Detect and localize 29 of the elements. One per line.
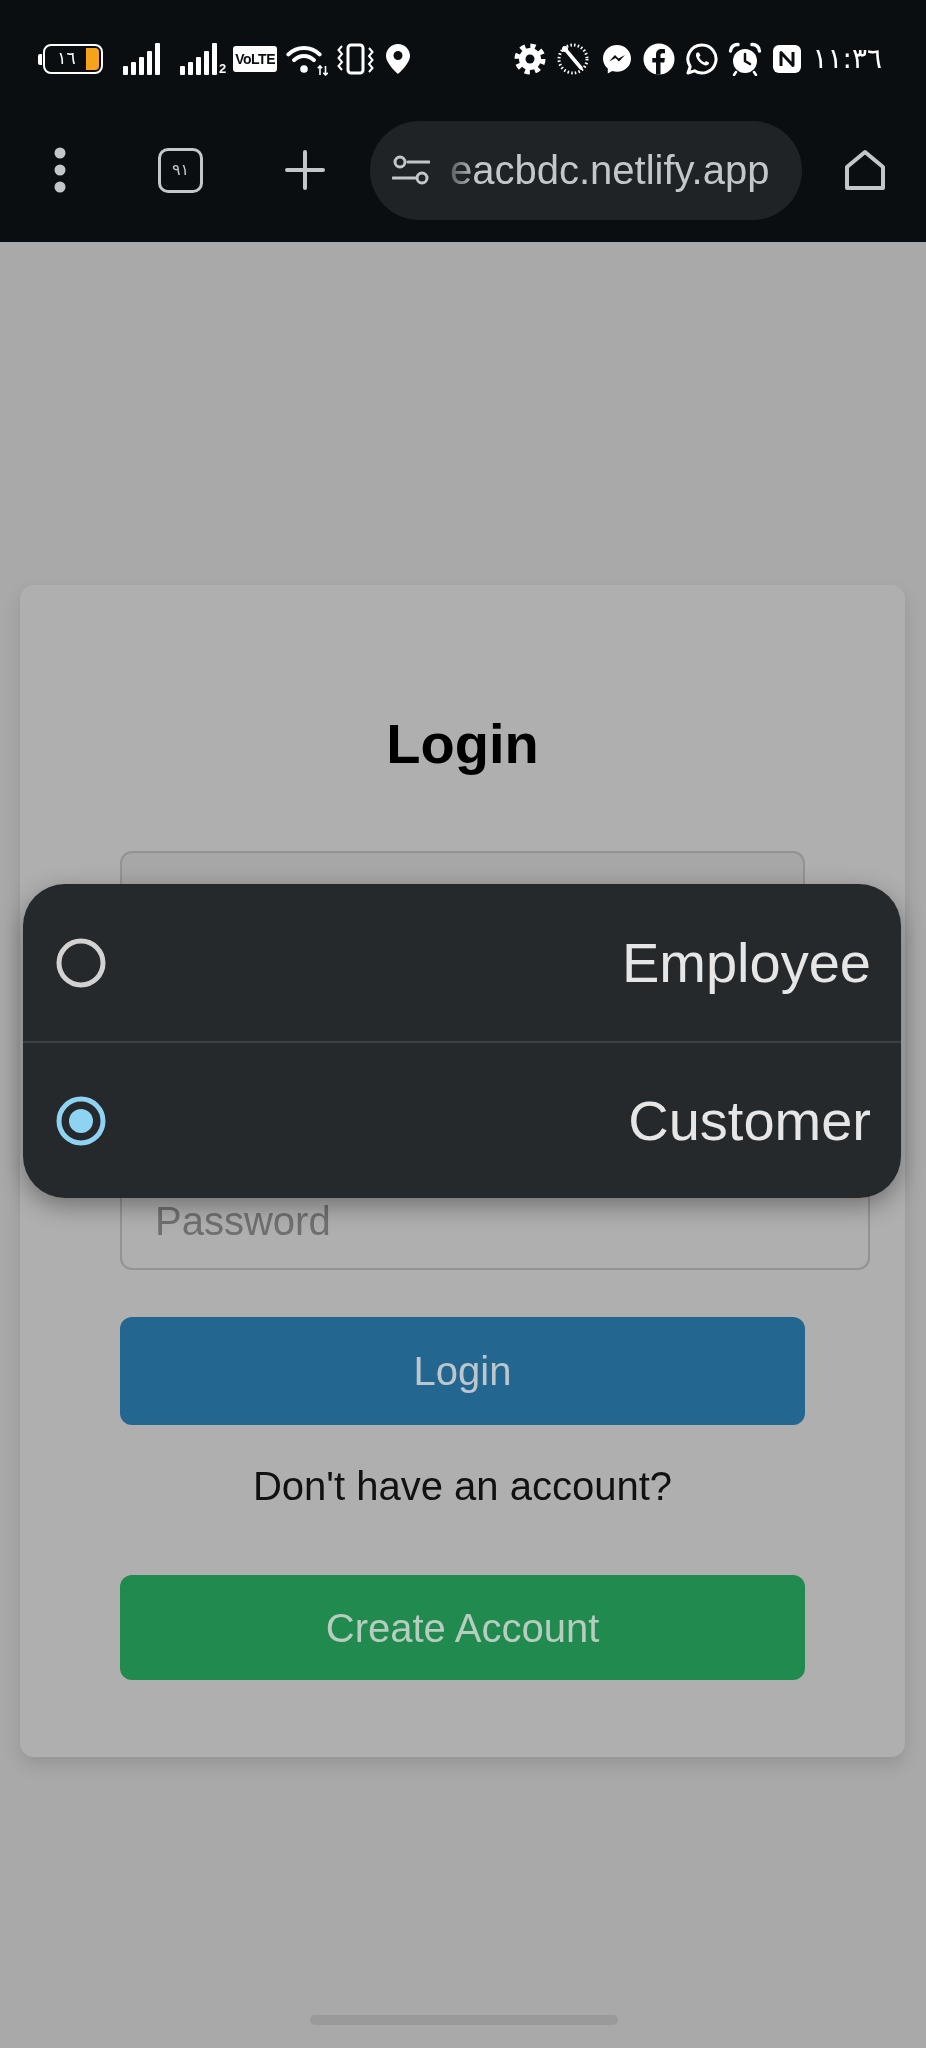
- gear-icon: [514, 43, 547, 75]
- battery-fill: [86, 48, 99, 70]
- phone-bubble-icon: [685, 42, 720, 76]
- sliders-icon[interactable]: [392, 155, 430, 185]
- more-options-icon[interactable]: [54, 147, 66, 193]
- url-text: eacbdc.netlify.app: [450, 147, 770, 194]
- alarm-clock-icon: [728, 42, 763, 76]
- vibrate-icon: [337, 43, 374, 75]
- signal-icon: [123, 43, 160, 75]
- signup-prompt: Don't have an account?: [251, 1463, 673, 1510]
- network-type-label: VoLTE: [233, 46, 277, 72]
- dropdown-option[interactable]: Employee: [23, 884, 901, 1041]
- plus-icon[interactable]: [285, 150, 325, 190]
- chat-bubble-icon: [601, 43, 634, 75]
- address-bar[interactable]: eacbdc.netlify.app: [370, 120, 802, 220]
- sim-number: 2: [219, 62, 227, 75]
- radio-button[interactable]: [56, 937, 106, 988]
- tab-switcher-button[interactable]: ٩١: [158, 147, 203, 193]
- radio-button[interactable]: [56, 1095, 106, 1146]
- signal-icon: [180, 43, 217, 75]
- f-logo-icon: [643, 43, 676, 75]
- dial-icon: [557, 43, 590, 75]
- dropdown-option[interactable]: Customer: [23, 1041, 901, 1198]
- location-pin-icon: [385, 43, 411, 75]
- login-button[interactable]: Login: [120, 1317, 805, 1425]
- battery-level-text: ١٦: [56, 48, 77, 70]
- clock-time: ١١:٣٦: [812, 43, 882, 75]
- home-icon[interactable]: [843, 148, 887, 192]
- n-square-icon: [772, 43, 803, 75]
